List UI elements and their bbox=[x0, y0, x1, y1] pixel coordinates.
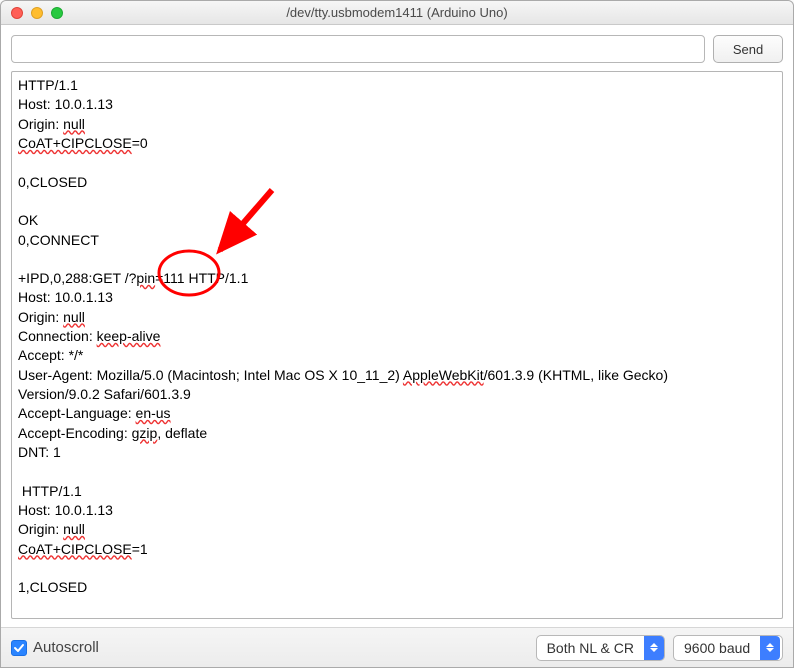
output-line bbox=[18, 462, 776, 481]
output-line: 1,CLOSED bbox=[18, 578, 776, 597]
output-line: Connection: keep-alive bbox=[18, 327, 776, 346]
output-line: Host: 10.0.1.13 bbox=[18, 95, 776, 114]
line-ending-value: Both NL & CR bbox=[547, 640, 634, 656]
serial-monitor-window: /dev/tty.usbmodem1411 (Arduino Uno) Send… bbox=[0, 0, 794, 668]
zoom-icon[interactable] bbox=[51, 7, 63, 19]
minimize-icon[interactable] bbox=[31, 7, 43, 19]
serial-input[interactable] bbox=[11, 35, 705, 63]
chevron-updown-icon bbox=[760, 636, 780, 660]
output-line: CoAT+CIPCLOSE=0 bbox=[18, 134, 776, 153]
autoscroll-checkbox[interactable]: Autoscroll bbox=[11, 639, 99, 656]
output-line: User-Agent: Mozilla/5.0 (Macintosh; Inte… bbox=[18, 366, 776, 385]
output-line: DNT: 1 bbox=[18, 443, 776, 462]
output-line bbox=[18, 559, 776, 578]
send-button[interactable]: Send bbox=[713, 35, 783, 63]
output-line: Version/9.0.2 Safari/601.3.9 bbox=[18, 385, 776, 404]
output-area: HTTP/1.1Host: 10.0.1.13Origin: nullCoAT+… bbox=[11, 71, 783, 619]
output-line: Accept: */* bbox=[18, 346, 776, 365]
close-icon[interactable] bbox=[11, 7, 23, 19]
output-line: Origin: null bbox=[18, 308, 776, 327]
output-line: Host: 10.0.1.13 bbox=[18, 501, 776, 520]
output-line: Origin: null bbox=[18, 115, 776, 134]
output-line: Accept-Encoding: gzip, deflate bbox=[18, 424, 776, 443]
checkbox-check-icon bbox=[11, 640, 27, 656]
output-line: CoAT+CIPCLOSE=1 bbox=[18, 540, 776, 559]
output-line bbox=[18, 153, 776, 172]
baud-rate-select[interactable]: 9600 baud bbox=[673, 635, 783, 661]
window-title: /dev/tty.usbmodem1411 (Arduino Uno) bbox=[1, 5, 793, 20]
output-line: OK bbox=[18, 211, 776, 230]
output-line: HTTP/1.1 bbox=[18, 482, 776, 501]
output-line: 0,CONNECT bbox=[18, 231, 776, 250]
output-line: Accept-Language: en-us bbox=[18, 404, 776, 423]
baud-rate-value: 9600 baud bbox=[684, 640, 750, 656]
bottom-bar: Autoscroll Both NL & CR 9600 baud bbox=[1, 627, 793, 667]
traffic-lights bbox=[11, 7, 63, 19]
output-text: HTTP/1.1Host: 10.0.1.13Origin: nullCoAT+… bbox=[12, 72, 782, 618]
chevron-updown-icon bbox=[644, 636, 664, 660]
titlebar: /dev/tty.usbmodem1411 (Arduino Uno) bbox=[1, 1, 793, 25]
output-line: Host: 10.0.1.13 bbox=[18, 288, 776, 307]
line-ending-select[interactable]: Both NL & CR bbox=[536, 635, 665, 661]
output-line bbox=[18, 250, 776, 269]
output-line: +IPD,0,288:GET /?pin=111 HTTP/1.1 bbox=[18, 269, 776, 288]
output-line: Origin: null bbox=[18, 520, 776, 539]
input-row: Send bbox=[1, 25, 793, 71]
autoscroll-label: Autoscroll bbox=[33, 639, 99, 656]
output-line bbox=[18, 192, 776, 211]
output-line: HTTP/1.1 bbox=[18, 76, 776, 95]
output-line: 0,CLOSED bbox=[18, 173, 776, 192]
